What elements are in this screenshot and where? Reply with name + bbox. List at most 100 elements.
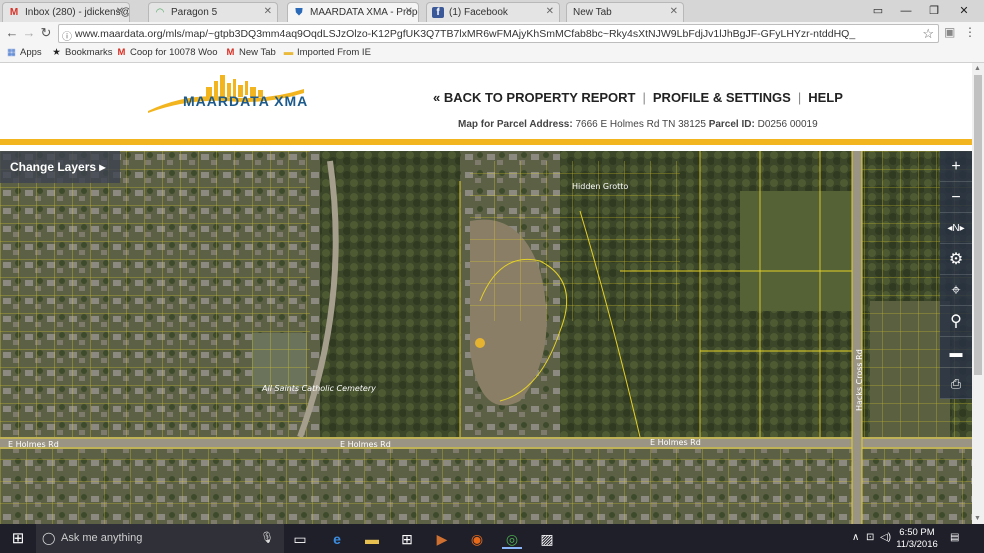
- paragon-icon: ◠: [155, 7, 165, 18]
- close-window-icon[interactable]: ✕: [952, 2, 976, 20]
- tab-facebook[interactable]: f (1) Facebook ✕: [426, 2, 560, 22]
- star-icon: ★: [52, 47, 61, 58]
- browser-toolbar: ← → ↻ ⓘ www.maardata.org/mls/map/~gtpb3D…: [0, 22, 984, 44]
- compass-icon[interactable]: ◂N▸: [940, 213, 972, 244]
- settings-icon[interactable]: ⚙: [940, 244, 972, 275]
- notifications-icon[interactable]: ▤: [950, 532, 959, 543]
- menu-icon[interactable]: ⋮: [964, 25, 976, 39]
- tab-title: MAARDATA XMA - Prope: [310, 7, 419, 18]
- close-icon[interactable]: ✕: [116, 6, 124, 17]
- task-view-icon[interactable]: ▭: [290, 529, 310, 549]
- scroll-down-icon[interactable]: ▼: [974, 515, 981, 522]
- search-placeholder: Ask me anything: [61, 532, 143, 544]
- windows-start-icon[interactable]: ⊞: [0, 524, 36, 553]
- tab-gmail[interactable]: M Inbox (280) - jdickens@ ✕: [2, 2, 130, 22]
- gmail-icon: M: [226, 47, 235, 58]
- cortana-search-box[interactable]: ◯ Ask me anything 🎙: [36, 524, 284, 553]
- street-label-hidden-grotto: Hidden Grotto: [572, 182, 628, 191]
- parcel-id-label: Parcel ID:: [708, 119, 755, 130]
- clock-time: 6:50 PM: [899, 527, 935, 538]
- search-icon[interactable]: ⚲: [940, 306, 972, 337]
- parcel-address-label: Map for Parcel Address:: [458, 119, 573, 130]
- street-label-e-holmes-3: E Holmes Rd: [650, 438, 701, 447]
- zoom-in-icon[interactable]: +: [940, 151, 972, 182]
- minimize-icon[interactable]: —: [894, 2, 918, 20]
- site-header: MAARDATA XMA « BACK TO PROPERTY REPORT | P…: [0, 63, 972, 145]
- user-icon[interactable]: ▭: [866, 2, 890, 20]
- tab-title: (1) Facebook: [449, 7, 508, 18]
- back-arrow-icon[interactable]: ←: [4, 25, 20, 41]
- edge-browser-icon[interactable]: e: [327, 529, 347, 549]
- print-icon[interactable]: ⎙: [940, 368, 972, 399]
- microphone-icon[interactable]: 🎙: [260, 531, 274, 544]
- tab-new-tab[interactable]: New Tab ✕: [566, 2, 684, 22]
- profile-settings-link[interactable]: PROFILE & SETTINGS: [653, 90, 791, 105]
- bookmark-star-icon[interactable]: ☆: [922, 26, 934, 42]
- gmail-icon: M: [117, 47, 126, 58]
- nav-separator: |: [797, 90, 802, 105]
- close-icon[interactable]: ✕: [546, 6, 554, 17]
- extension-icon[interactable]: ▣: [944, 25, 955, 39]
- file-explorer-icon[interactable]: ▬: [362, 529, 382, 549]
- tab-paragon[interactable]: ◠ Paragon 5 ✕: [148, 2, 278, 22]
- tab-title: Inbox (280) - jdickens@: [25, 7, 130, 18]
- tab-title: Paragon 5: [171, 7, 218, 18]
- page-scrollbar[interactable]: ▲ ▼: [972, 63, 984, 524]
- scrollbar-thumb[interactable]: [974, 75, 982, 375]
- facebook-icon: f: [432, 7, 444, 18]
- street-label-hacks-cross: Hacks Cross Rd: [855, 349, 864, 411]
- cortana-circle-icon: ◯: [42, 531, 56, 545]
- apps-grid-icon: ▦: [7, 47, 16, 58]
- bookmark-apps[interactable]: ▦ Apps: [6, 47, 42, 58]
- chrome-icon[interactable]: ◎: [502, 529, 522, 549]
- bookmarks-bar: ▦ Apps ★ Bookmarks M Coop for 10078 Woo M Ne…: [0, 44, 984, 63]
- parcel-address: 7666 E Holmes Rd TN 38125: [575, 119, 706, 130]
- street-label-e-holmes-1: E Holmes Rd: [8, 440, 59, 449]
- back-to-report-link[interactable]: « BACK TO PROPERTY REPORT: [433, 90, 636, 105]
- reload-icon[interactable]: ↻: [38, 25, 54, 41]
- browser-tabstrip: M Inbox (280) - jdickens@ ✕ ◠ Paragon 5 …: [0, 0, 984, 22]
- firefox-icon[interactable]: ◉: [467, 529, 487, 549]
- ruler-icon[interactable]: ▬: [940, 337, 972, 368]
- url-text: www.maardata.org/mls/map/~gtpb3DQ3mm4aq9…: [75, 28, 856, 40]
- windows-taskbar: ⊞ ◯ Ask me anything 🎙 ▭ e ▬ ⊞ ▶ ◉ ◎ ▨ ∧ …: [0, 524, 984, 553]
- location-pin-icon[interactable]: ⌖: [940, 275, 972, 306]
- volume-icon[interactable]: ◁): [880, 532, 891, 543]
- address-bar[interactable]: ⓘ www.maardata.org/mls/map/~gtpb3DQ3mm4a…: [58, 24, 939, 43]
- folder-icon: ▬: [283, 47, 294, 58]
- gmail-icon: M: [9, 7, 19, 18]
- zoom-out-icon[interactable]: −: [940, 182, 972, 213]
- media-player-icon[interactable]: ▶: [432, 529, 452, 549]
- parcel-info: Map for Parcel Address: 7666 E Holmes Rd…: [458, 119, 818, 130]
- scroll-up-icon[interactable]: ▲: [974, 65, 981, 72]
- close-icon[interactable]: ✕: [405, 6, 413, 17]
- show-hidden-icons-chevron-icon[interactable]: ∧: [852, 532, 859, 543]
- photos-icon[interactable]: ▨: [537, 529, 557, 549]
- forward-arrow-icon[interactable]: →: [21, 25, 37, 41]
- cemetery-label: All Saints Catholic Cemetery: [261, 384, 376, 393]
- help-link[interactable]: HELP: [808, 90, 843, 105]
- restore-icon[interactable]: ❐: [922, 2, 946, 20]
- aerial-map[interactable]: E Holmes Rd E Holmes Rd E Holmes Rd Hack…: [0, 151, 972, 524]
- tab-maardata[interactable]: ⛊ MAARDATA XMA - Prope ✕: [287, 2, 419, 22]
- shield-icon: ⛊: [295, 7, 303, 18]
- bookmark-imported[interactable]: ▬ Imported From IE: [283, 47, 371, 58]
- network-icon[interactable]: ⊡: [866, 532, 874, 543]
- close-icon[interactable]: ✕: [264, 6, 272, 17]
- change-layers-button[interactable]: Change Layers ▸: [0, 151, 120, 183]
- bookmark-new-tab[interactable]: M New Tab: [225, 47, 276, 58]
- close-icon[interactable]: ✕: [670, 6, 678, 17]
- map-toolbar: + − ◂N▸ ⚙ ⌖ ⚲ ▬ ⎙: [940, 151, 972, 399]
- top-navigation: « BACK TO PROPERTY REPORT | PROFILE & SETT…: [433, 90, 843, 105]
- tab-title: New Tab: [573, 7, 612, 18]
- bookmark-bookmarks[interactable]: ★ Bookmarks: [51, 47, 112, 58]
- info-icon[interactable]: ⓘ: [62, 28, 72, 42]
- nav-separator: |: [642, 90, 646, 105]
- bookmark-coop[interactable]: M Coop for 10078 Woo: [116, 47, 218, 58]
- store-icon[interactable]: ⊞: [397, 529, 417, 549]
- parcel-id: D0256 00019: [757, 119, 818, 130]
- triangle-right-icon: ▸: [96, 160, 106, 174]
- street-label-e-holmes-2: E Holmes Rd: [340, 440, 391, 449]
- logo-text: MAARDATA XMA: [183, 93, 309, 109]
- taskbar-clock[interactable]: 6:50 PM 11/3/2016: [892, 527, 942, 551]
